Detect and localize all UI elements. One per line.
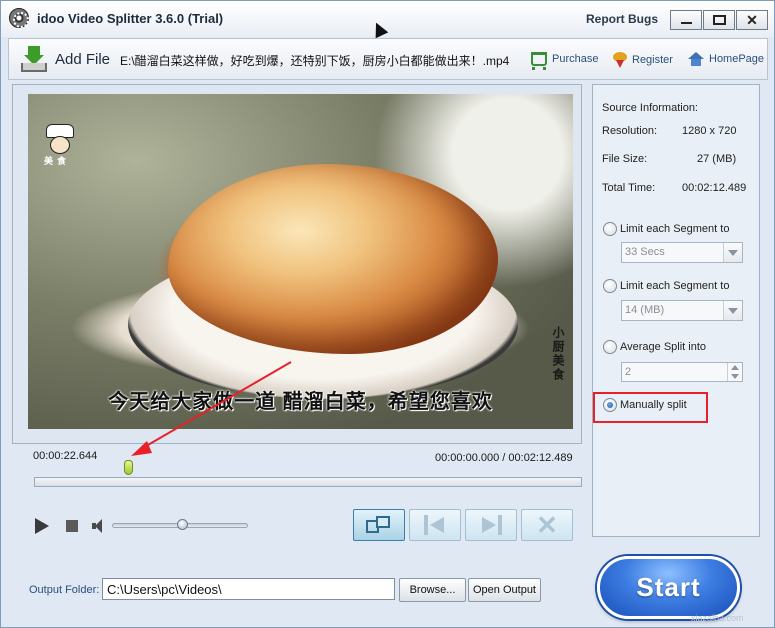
average-split-stepper[interactable]: 2	[621, 362, 743, 382]
app-window: idoo Video Splitter 3.6.0 (Trial) Report…	[0, 0, 775, 628]
segment-time-select[interactable]: 33 Secs	[621, 242, 743, 263]
purchase-link[interactable]: Purchase	[531, 52, 599, 70]
timeline-marker[interactable]	[123, 460, 133, 475]
home-icon	[688, 52, 704, 66]
segment-time-value: 33 Secs	[625, 246, 665, 258]
stepper-up-icon[interactable]	[731, 365, 739, 370]
volume-icon[interactable]	[92, 519, 106, 533]
window-title: idoo Video Splitter 3.6.0 (Trial)	[37, 11, 224, 26]
homepage-link[interactable]: HomePage	[688, 52, 764, 66]
maximize-icon	[712, 15, 726, 25]
output-folder-field[interactable]	[102, 578, 395, 600]
segment-size-select[interactable]: 14 (MB)	[621, 300, 743, 321]
segment-size-value: 14 (MB)	[625, 304, 665, 316]
radio-manual-split[interactable]	[603, 398, 617, 412]
maximize-button[interactable]	[703, 10, 735, 30]
site-watermark: xiazaiba.com	[691, 613, 744, 623]
previous-segment-icon	[422, 515, 448, 535]
minimize-icon	[680, 22, 692, 24]
output-folder-label: Output Folder:	[29, 584, 100, 596]
channel-logo: 美食	[42, 124, 78, 166]
option-average-split[interactable]: Average Split into	[603, 340, 706, 354]
resolution-label: Resolution:	[602, 125, 658, 137]
next-segment-button[interactable]	[465, 509, 517, 541]
option-limit-time[interactable]: Limit each Segment to	[603, 222, 729, 236]
open-output-button[interactable]: Open Output	[468, 578, 541, 602]
resolution-value: 1280 x 720	[682, 125, 737, 137]
video-panel: 美食 小厨美食 今天给大家做一道 醋溜白菜，希望您喜欢	[12, 84, 582, 444]
cart-icon	[531, 52, 547, 70]
stepper-down-icon[interactable]	[731, 374, 739, 379]
homepage-label: HomePage	[709, 53, 765, 65]
start-label: Start	[636, 572, 701, 602]
option-limit-size[interactable]: Limit each Segment to	[603, 279, 729, 293]
next-segment-icon	[478, 515, 504, 535]
info-panel: Source Information: Resolution: 1280 x 7…	[592, 84, 760, 537]
timeline-track[interactable]	[34, 477, 582, 487]
time-range: 00:00:00.000 / 00:02:12.489	[435, 452, 573, 464]
option-average-split-label: Average Split into	[620, 341, 707, 353]
filesize-value: 27 (MB)	[697, 153, 737, 165]
option-manual-split[interactable]: Manually split	[603, 398, 687, 412]
add-file-button[interactable]: Add File	[21, 44, 110, 74]
volume-thumb[interactable]	[177, 519, 189, 530]
video-watermark: 小厨美食	[551, 326, 565, 382]
film-reel-icon	[9, 8, 29, 28]
video-food	[168, 164, 498, 354]
close-icon: ✕	[746, 12, 758, 28]
previous-segment-button[interactable]	[409, 509, 461, 541]
split-button[interactable]	[353, 509, 405, 541]
toolbar: Add File E:\醋溜白菜这样做，好吃到爆，还特别下饭，厨房小白都能做出来…	[8, 38, 768, 80]
minimize-button[interactable]	[670, 10, 702, 30]
video-preview[interactable]: 美食 小厨美食 今天给大家做一道 醋溜白菜，希望您喜欢	[28, 94, 573, 429]
award-ribbon-icon	[613, 52, 627, 68]
totaltime-label: Total Time:	[602, 182, 656, 194]
close-button[interactable]: ✕	[736, 10, 768, 30]
file-path: E:\醋溜白菜这样做，好吃到爆，还特别下饭，厨房小白都能做出来！.mp4	[120, 54, 510, 68]
video-subtitle: 今天给大家做一道 醋溜白菜，希望您喜欢	[108, 391, 493, 413]
register-label: Register	[632, 54, 673, 66]
start-button[interactable]: Start	[597, 556, 740, 619]
chevron-down-icon[interactable]	[723, 243, 742, 262]
register-link[interactable]: Register	[613, 52, 673, 68]
chevron-down-icon[interactable]	[723, 301, 742, 320]
source-info-header: Source Information:	[602, 102, 698, 114]
delete-icon: ✕	[536, 510, 558, 540]
radio-limit-size[interactable]	[603, 279, 617, 293]
report-bugs-link[interactable]: Report Bugs	[586, 12, 658, 26]
delete-segment-button[interactable]: ✕	[521, 509, 573, 541]
play-icon[interactable]	[35, 518, 49, 534]
split-icon	[366, 516, 392, 534]
option-limit-size-label: Limit each Segment to	[620, 280, 730, 292]
stop-icon[interactable]	[66, 520, 78, 532]
output-bar: Output Folder: Browse... Open Output	[8, 546, 592, 626]
radio-limit-time[interactable]	[603, 222, 617, 236]
average-split-value: 2	[625, 366, 632, 378]
totaltime-value: 00:02:12.489	[682, 182, 747, 194]
option-limit-time-label: Limit each Segment to	[620, 223, 730, 235]
channel-logo-text: 美食	[44, 156, 71, 166]
option-manual-split-label: Manually split	[620, 399, 687, 411]
radio-average-split[interactable]	[603, 340, 617, 354]
current-time: 00:00:22.644	[33, 450, 98, 462]
browse-button[interactable]: Browse...	[399, 578, 466, 602]
purchase-label: Purchase	[552, 53, 599, 65]
add-file-label: Add File	[55, 50, 111, 68]
download-arrow-icon	[21, 46, 47, 72]
filesize-label: File Size:	[602, 153, 648, 165]
